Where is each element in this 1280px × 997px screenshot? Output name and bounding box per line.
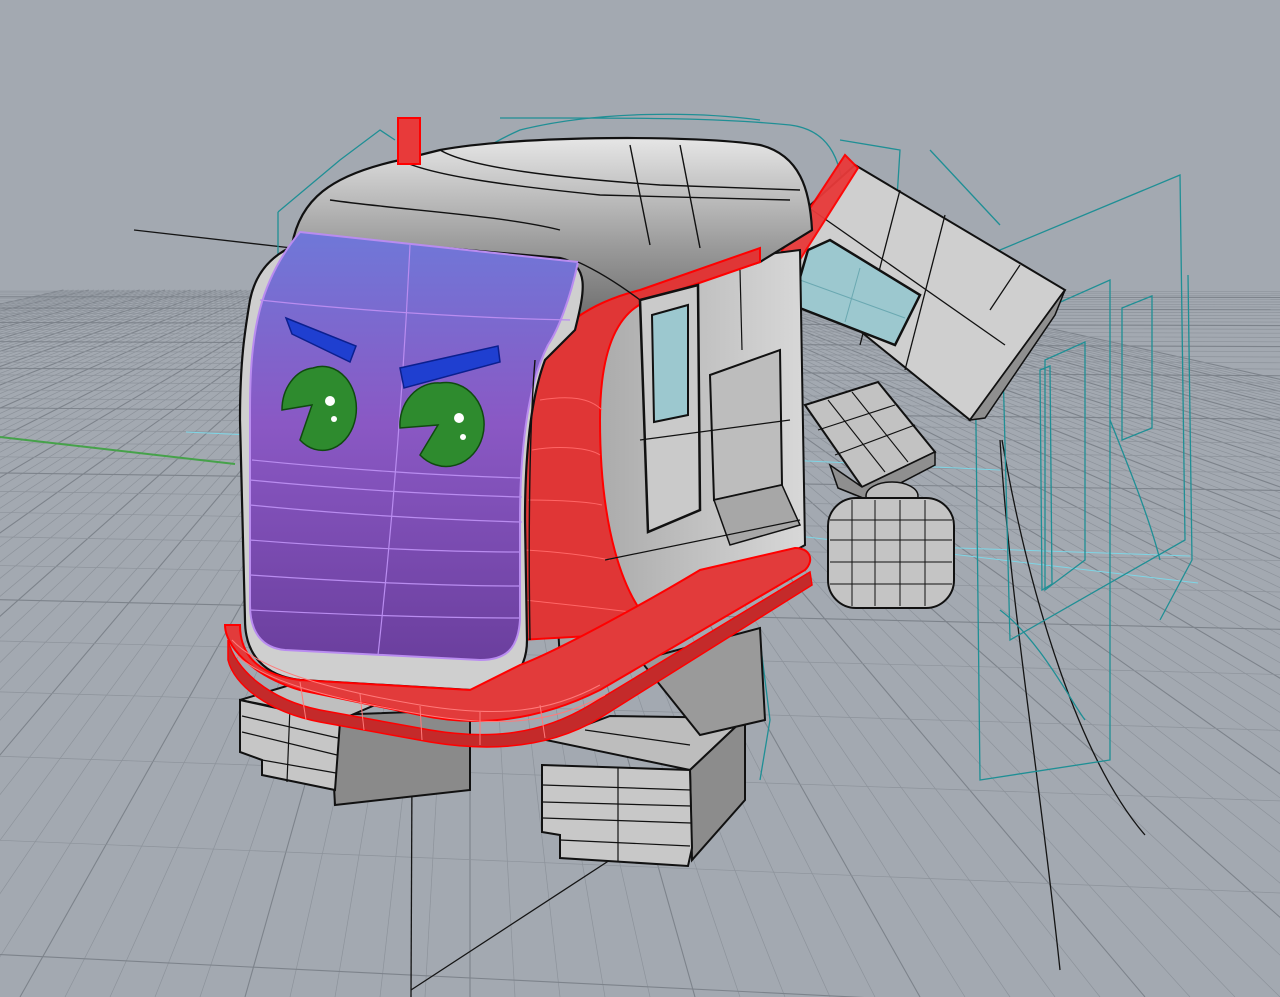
grid-line	[0, 289, 156, 335]
grid-line	[0, 289, 222, 371]
grid-line	[0, 289, 242, 386]
viewport-canvas[interactable]	[0, 0, 1280, 997]
grid-line	[0, 289, 247, 390]
grid-line	[0, 289, 237, 382]
grid-line	[0, 289, 145, 331]
grid-line	[0, 954, 865, 997]
grid-line	[840, 289, 1280, 397]
grid-line	[0, 289, 135, 327]
eye-highlight	[454, 413, 464, 423]
wireframe-edge	[1109, 419, 1161, 561]
wireframe-edge	[1159, 274, 1193, 621]
grid-line	[0, 289, 64, 305]
grid-line	[866, 289, 1280, 385]
curve	[133, 229, 293, 249]
track-front-face	[541, 763, 694, 868]
eye-highlight	[325, 396, 335, 406]
eye-highlight	[460, 434, 466, 440]
grid-line	[0, 289, 69, 306]
arm-hand-block	[827, 497, 955, 609]
grid-line	[850, 289, 1280, 392]
wireframe-edge	[929, 149, 1001, 226]
side-door-window	[650, 303, 689, 424]
curve	[1001, 439, 1146, 836]
grid-line	[0, 289, 74, 308]
grid-line	[0, 289, 79, 309]
curve	[410, 859, 611, 991]
grid-line	[871, 289, 1280, 382]
eye-highlight	[331, 416, 337, 422]
curve	[410, 769, 413, 997]
grid-line	[845, 289, 1280, 395]
perspective-viewport[interactable]	[0, 0, 1280, 997]
grid-line	[0, 289, 227, 374]
side-panel-block	[708, 348, 784, 502]
roof-antenna-selected[interactable]	[397, 117, 421, 165]
grid-line	[0, 289, 262, 404]
